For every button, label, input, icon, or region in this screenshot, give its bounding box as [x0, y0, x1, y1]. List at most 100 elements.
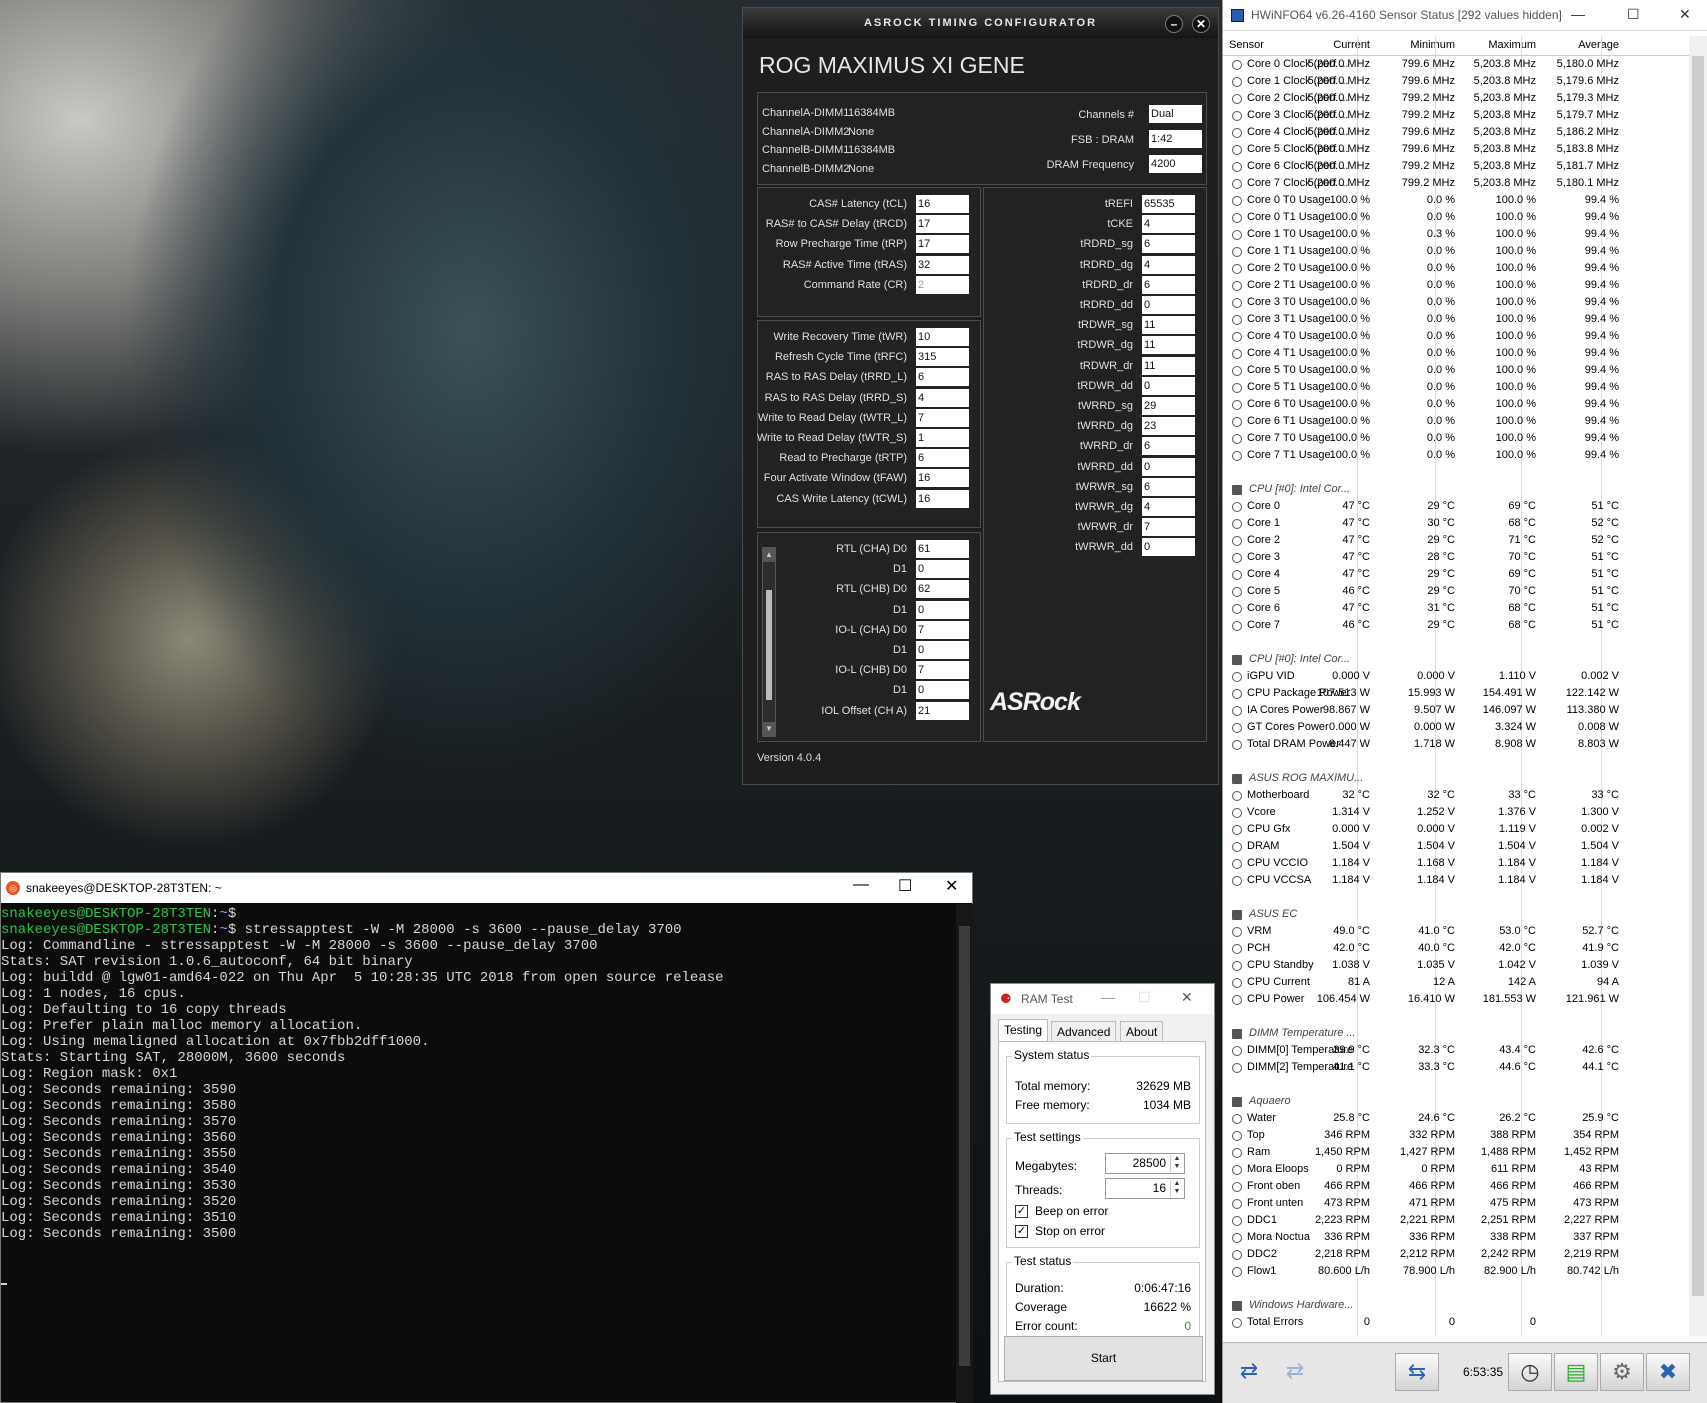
sensor-row[interactable]: Core 6 Clock (perf ... 5,200.0 MHz 799.2 M…	[1223, 158, 1689, 175]
timing-field[interactable]: 4	[1142, 498, 1195, 516]
sensor-row[interactable]: Core 5 46 °C 29 °C 70 °C 51 °C	[1223, 583, 1689, 600]
close-button[interactable]: ✕	[945, 876, 958, 896]
sensor-row[interactable]: Core 0 T0 Usage 100.0 % 0.0 % 100.0 % 99.4 %	[1223, 192, 1689, 209]
sensor-row[interactable]: CPU Current 81 A 12 A 142 A 94 A	[1223, 974, 1689, 991]
timing-field[interactable]: 0	[916, 681, 969, 700]
sensor-row[interactable]: CPU Power 106.454 W 16.410 W 181.553 W 121.9…	[1223, 991, 1689, 1008]
sensor-group-header[interactable]: DIMM Temperature ...	[1223, 1025, 1689, 1042]
timing-field[interactable]: 0	[916, 560, 969, 579]
col-sensor[interactable]: Sensor	[1229, 39, 1264, 51]
timing-field[interactable]: 315	[916, 348, 969, 367]
maximize-button[interactable]: ☐	[898, 876, 912, 896]
navigate-arrows-icon[interactable]: ⇄	[1227, 1353, 1271, 1391]
network-icon[interactable]: ⇆	[1395, 1353, 1439, 1391]
sensor-row[interactable]: Core 1 47 °C 30 °C 68 °C 52 °C	[1223, 515, 1689, 532]
terminal-scrollbar[interactable]	[956, 904, 973, 1403]
timing-field[interactable]: 7	[916, 408, 969, 427]
scroll-down-icon[interactable]: ▼	[763, 722, 775, 736]
rtl-scrollbar[interactable]: ▲ ▼	[762, 547, 776, 737]
sensor-scrollbar[interactable]	[1689, 36, 1707, 1336]
sensor-group-header[interactable]: ASUS ROG MAXIMU...	[1223, 770, 1689, 787]
timing-field[interactable]: 6	[916, 368, 969, 387]
scroll-thumb[interactable]	[766, 590, 772, 700]
sensor-row[interactable]: Core 7 46 °C 29 °C 68 °C 51 °C	[1223, 617, 1689, 634]
sensor-row[interactable]: Core 2 T1 Usage 100.0 % 0.0 % 100.0 % 99.4 %	[1223, 277, 1689, 294]
sensor-row[interactable]: Mora Eloops 0 RPM 0 RPM 611 RPM 43 RPM	[1223, 1161, 1689, 1178]
sensor-row[interactable]: Core 2 47 °C 29 °C 71 °C 52 °C	[1223, 532, 1689, 549]
stepper-arrows-icon[interactable]: ▲ ▼	[1170, 1155, 1183, 1172]
timing-field[interactable]: 21	[916, 701, 969, 720]
sensor-row[interactable]: Core 2 Clock (perf ... 5,200.0 MHz 799.2 M…	[1223, 90, 1689, 107]
sensor-row[interactable]: Core 6 47 °C 31 °C 68 °C 51 °C	[1223, 600, 1689, 617]
clock-icon[interactable]: ◷	[1508, 1353, 1552, 1391]
timing-field[interactable]: 6	[1142, 235, 1195, 254]
close-button[interactable]: ✕	[1679, 6, 1691, 23]
col-current[interactable]: Current	[1333, 39, 1370, 51]
sensor-row[interactable]: Core 0 47 °C 29 °C 69 °C 51 °C	[1223, 498, 1689, 515]
sensor-row[interactable]: Core 5 Clock (perf ... 5,200.0 MHz 799.6 M…	[1223, 141, 1689, 158]
stepper-arrows-icon[interactable]: ▲ ▼	[1170, 1180, 1183, 1197]
timing-field[interactable]: 1	[916, 429, 969, 447]
sensor-row[interactable]: Water 25.8 °C 24.6 °C 26.2 °C 25.9 °C	[1223, 1110, 1689, 1127]
sensor-row[interactable]: Core 4 47 °C 29 °C 69 °C 51 °C	[1223, 566, 1689, 583]
timing-field[interactable]: 32	[916, 255, 969, 274]
timing-field[interactable]: 16	[916, 195, 969, 213]
sensor-row[interactable]: Core 2 T0 Usage 100.0 % 0.0 % 100.0 % 99.4 %	[1223, 260, 1689, 277]
start-button[interactable]: Start	[1004, 1336, 1203, 1381]
sensor-row[interactable]: Core 5 T1 Usage 100.0 % 0.0 % 100.0 % 99.4 %	[1223, 379, 1689, 396]
sensor-row[interactable]: DRAM 1.504 V 1.504 V 1.504 V 1.504 V	[1223, 838, 1689, 855]
timing-field[interactable]: 11	[1142, 356, 1195, 375]
sensor-row[interactable]: Core 3 47 °C 28 °C 70 °C 51 °C	[1223, 549, 1689, 566]
stop-on-error-checkbox[interactable]: ✓	[1015, 1225, 1028, 1238]
threads-stepper[interactable]: 16 ▲ ▼	[1105, 1178, 1185, 1199]
sensor-row[interactable]: Core 1 T0 Usage 100.0 % 0.3 % 100.0 % 99.4 %	[1223, 226, 1689, 243]
sensor-row[interactable]: DIMM[2] Temperature 41.1 °C 33.3 °C 44.6 °C…	[1223, 1059, 1689, 1076]
timing-field[interactable]: 6	[1142, 437, 1195, 456]
sensor-row[interactable]: IA Cores Power 98.867 W 9.507 W 146.097 W 11…	[1223, 702, 1689, 719]
sensor-row[interactable]: Total Errors 0 0 0	[1223, 1314, 1689, 1331]
close-button[interactable]: ✕	[1181, 989, 1193, 1006]
sensor-row[interactable]: CPU VCCIO 1.184 V 1.168 V 1.184 V 1.184 V	[1223, 855, 1689, 872]
sensor-group-header[interactable]: Windows Hardware...	[1223, 1297, 1689, 1314]
info-field[interactable]: 1:42	[1149, 130, 1202, 148]
add-report-icon[interactable]: ▤	[1554, 1353, 1598, 1391]
timing-field[interactable]: 7	[916, 620, 969, 639]
sensor-row[interactable]: GT Cores Power 0.000 W 0.000 W 3.324 W 0.008…	[1223, 719, 1689, 736]
timing-field[interactable]: 4	[1142, 215, 1195, 234]
sensor-row[interactable]: Core 3 Clock (perf ... 5,200.0 MHz 799.2 M…	[1223, 107, 1689, 124]
sensor-row[interactable]: Top 346 RPM 332 RPM 388 RPM 354 RPM	[1223, 1127, 1689, 1144]
scroll-up-icon[interactable]: ▲	[763, 548, 775, 562]
info-field[interactable]: Dual	[1149, 105, 1202, 123]
sensor-row[interactable]: Flow1 80.600 L/h 78.900 L/h 82.900 L/h 80.74…	[1223, 1263, 1689, 1280]
sensor-row[interactable]: Core 1 T1 Usage 100.0 % 0.0 % 100.0 % 99.4 %	[1223, 243, 1689, 260]
sensor-row[interactable]: Core 4 T0 Usage 100.0 % 0.0 % 100.0 % 99.4 %	[1223, 328, 1689, 345]
timing-field[interactable]: 4	[916, 388, 969, 407]
scroll-thumb[interactable]	[1692, 56, 1704, 1296]
tab-testing[interactable]: Testing	[998, 1019, 1049, 1042]
timing-field[interactable]: 17	[916, 215, 969, 234]
sensor-row[interactable]: PCH 42.0 °C 40.0 °C 42.0 °C 41.9 °C	[1223, 940, 1689, 957]
sensor-group-header[interactable]: Aquaero	[1223, 1093, 1689, 1110]
timing-field[interactable]: 0	[1142, 538, 1195, 557]
timing-field[interactable]: 16	[916, 489, 969, 508]
sensor-row[interactable]: DIMM[0] Temperature 39.9 °C 32.3 °C 43.4 °C…	[1223, 1042, 1689, 1059]
sensor-row[interactable]: Core 6 T1 Usage 100.0 % 0.0 % 100.0 % 99.4 %	[1223, 413, 1689, 430]
sensor-row[interactable]: Front oben 466 RPM 466 RPM 466 RPM 466 RPM	[1223, 1178, 1689, 1195]
maximize-button[interactable]: ☐	[1138, 989, 1151, 1006]
sensor-row[interactable]: CPU VCCSA 1.184 V 1.184 V 1.184 V 1.184 V	[1223, 872, 1689, 889]
settings-gear-icon[interactable]: ⚙	[1600, 1353, 1644, 1391]
sensor-row[interactable]: Core 7 Clock (perf ... 5,200.0 MHz 799.2 M…	[1223, 175, 1689, 192]
terminal-title-bar[interactable]: ◎ snakeeyes@DESKTOP-28T3TEN: ~ — ☐ ✕	[1, 873, 972, 903]
minimize-button[interactable]: —	[1101, 989, 1115, 1005]
sensor-row[interactable]: Core 4 T1 Usage 100.0 % 0.0 % 100.0 % 99.4 %	[1223, 345, 1689, 362]
timing-field[interactable]: 0	[916, 600, 969, 619]
sensor-row[interactable]: CPU Standby 1.038 V 1.035 V 1.042 V 1.039 V	[1223, 957, 1689, 974]
sensor-row[interactable]: Core 7 T0 Usage 100.0 % 0.0 % 100.0 % 99.4 %	[1223, 430, 1689, 447]
col-maximum[interactable]: Maximum	[1488, 39, 1536, 51]
sensor-row[interactable]: Core 0 T1 Usage 100.0 % 0.0 % 100.0 % 99.4 %	[1223, 209, 1689, 226]
sensor-group-header[interactable]: ASUS EC	[1223, 906, 1689, 923]
minimize-button[interactable]: —	[853, 876, 869, 894]
sensor-row[interactable]: Core 0 Clock (perf ... 5,200.0 MHz 799.6 M…	[1223, 56, 1689, 73]
terminal-output[interactable]: snakeeyes@DESKTOP-28T3TEN:~$ snakeeyes@D…	[1, 904, 953, 1403]
sensor-row[interactable]: Motherboard 32 °C 32 °C 33 °C 33 °C	[1223, 787, 1689, 804]
